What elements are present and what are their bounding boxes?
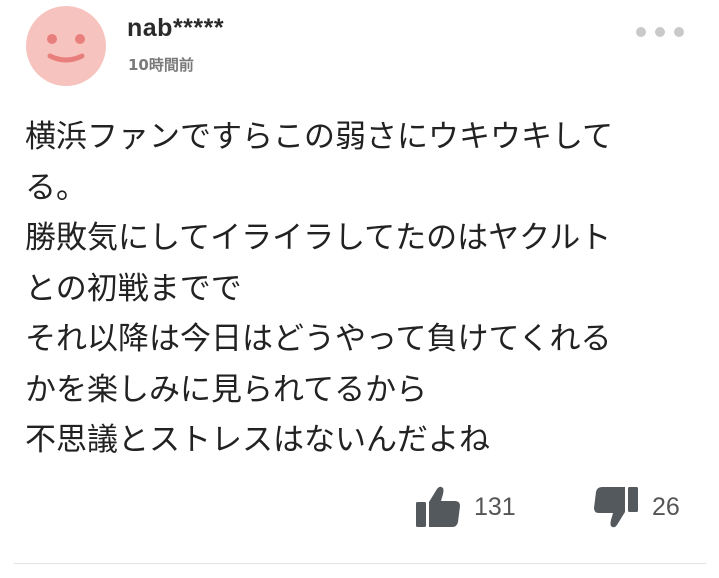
user-avatar[interactable] — [26, 6, 106, 86]
dislike-count: 26 — [652, 492, 680, 521]
comment-body: 横浜ファンですらこの弱さにウキウキして る。 勝敗気にしてイライラしてたのはヤク… — [25, 112, 695, 466]
comment-line: それ以降は今日はどうやって負けてくれる — [25, 321, 612, 357]
comment-line: 不思議とストレスはないんだよね — [25, 422, 490, 458]
comment-line: 勝敗気にしてイライラしてたのはヤクルト — [25, 220, 612, 256]
comment-line: る。 — [25, 169, 87, 206]
comment-line: かを楽しみに見られてるから — [25, 371, 428, 408]
dislike-button[interactable]: 26 — [592, 482, 680, 532]
divider — [14, 563, 706, 564]
timestamp: 10時間前 — [128, 56, 194, 74]
thumbs-up-icon — [416, 486, 460, 527]
comment-line: 横浜ファンですらこの弱さにウキウキして — [25, 119, 614, 155]
comment-line: との初戦までで — [25, 270, 242, 307]
thumbs-down-icon — [594, 487, 638, 528]
more-dots-icon — [655, 27, 665, 37]
more-dots-icon — [636, 27, 646, 37]
smiley-face-icon — [47, 34, 85, 63]
like-count: 131 — [474, 492, 516, 521]
reaction-bar: 131 26 — [0, 482, 719, 532]
more-dots-icon — [674, 27, 684, 37]
more-options-button[interactable] — [630, 20, 690, 44]
like-button[interactable]: 131 — [414, 482, 516, 532]
username[interactable]: nab***** — [127, 14, 224, 43]
comment-card: nab***** 10時間前 横浜ファンですらこの弱さにウキウキして る。 勝敗… — [0, 0, 719, 578]
